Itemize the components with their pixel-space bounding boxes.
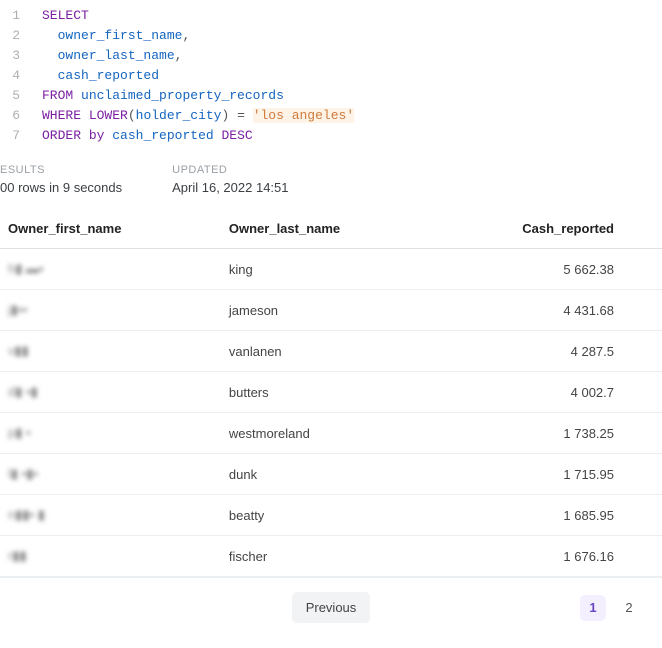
line-number: 4 xyxy=(0,66,34,86)
results-label: ESULTS xyxy=(0,164,122,176)
query-meta-bar: ESULTS 00 rows in 9 seconds UPDATED Apri… xyxy=(0,150,662,199)
cell-cash-reported: 1 738.25 xyxy=(438,413,622,454)
cell-cash-reported: 1 715.95 xyxy=(438,454,622,495)
cell-first-name: v▮▮ xyxy=(0,331,221,372)
table-header-row: Owner_first_name Owner_last_name Cash_re… xyxy=(0,209,662,249)
cell-cash-reported: 4 002.7 xyxy=(438,372,622,413)
table-row[interactable]: n▮▮▪ ▮beatty1 685.95 xyxy=(0,495,662,536)
cell-cash-reported: 1 676.16 xyxy=(438,536,622,577)
code-line[interactable]: 2 owner_first_name, xyxy=(0,26,662,46)
cell-first-name: r▮▮ xyxy=(0,536,221,577)
code-line[interactable]: 5FROM unclaimed_property_records xyxy=(0,86,662,106)
line-number: 5 xyxy=(0,86,34,106)
code-line[interactable]: 4 cash_reported xyxy=(0,66,662,86)
cell-first-name: d▮ ▪▮ xyxy=(0,372,221,413)
col-cash-reported[interactable]: Cash_reported xyxy=(438,209,622,249)
cell-last-name: vanlanen xyxy=(221,331,438,372)
results-table: Owner_first_name Owner_last_name Cash_re… xyxy=(0,209,662,577)
table-row[interactable]: d▮ ▪▮butters4 002.7 xyxy=(0,372,662,413)
code-content[interactable]: owner_first_name, xyxy=(34,26,190,46)
line-number: 7 xyxy=(0,126,34,146)
cell-last-name: king xyxy=(221,249,438,290)
code-content[interactable]: owner_last_name, xyxy=(34,46,182,66)
code-line[interactable]: 1SELECT xyxy=(0,6,662,26)
code-content[interactable]: WHERE LOWER(holder_city) = 'los angeles' xyxy=(34,106,354,126)
table-row[interactable]: v▮▮vanlanen4 287.5 xyxy=(0,331,662,372)
code-line[interactable]: 6WHERE LOWER(holder_city) = 'los angeles… xyxy=(0,106,662,126)
cell-last-name: butters xyxy=(221,372,438,413)
code-content[interactable]: SELECT xyxy=(34,6,89,26)
cell-spacer xyxy=(622,413,662,454)
table-row[interactable]: l▮ ▪▮▪dunk1 715.95 xyxy=(0,454,662,495)
results-table-wrap: Owner_first_name Owner_last_name Cash_re… xyxy=(0,209,662,577)
results-value: 00 rows in 9 seconds xyxy=(0,180,122,195)
line-number: 3 xyxy=(0,46,34,66)
table-row[interactable]: h▮ ▬▪king5 662.38 xyxy=(0,249,662,290)
cell-last-name: jameson xyxy=(221,290,438,331)
cell-spacer xyxy=(622,495,662,536)
cell-last-name: westmoreland xyxy=(221,413,438,454)
cell-cash-reported: 4 287.5 xyxy=(438,331,622,372)
cell-first-name: p▮ ▪ xyxy=(0,413,221,454)
page-1[interactable]: 1 xyxy=(580,595,606,621)
sql-editor[interactable]: 1SELECT2 owner_first_name,3 owner_last_n… xyxy=(0,0,662,150)
table-row[interactable]: p▮ ▪westmoreland1 738.25 xyxy=(0,413,662,454)
cell-cash-reported: 1 685.95 xyxy=(438,495,622,536)
pagination: Previous 12 xyxy=(0,577,662,637)
col-last-name[interactable]: Owner_last_name xyxy=(221,209,438,249)
col-spacer xyxy=(622,209,662,249)
table-row[interactable]: j▮▪▪jameson4 431.68 xyxy=(0,290,662,331)
col-first-name[interactable]: Owner_first_name xyxy=(0,209,221,249)
cell-spacer xyxy=(622,536,662,577)
cell-first-name: l▮ ▪▮▪ xyxy=(0,454,221,495)
cell-first-name: n▮▮▪ ▮ xyxy=(0,495,221,536)
code-content[interactable]: cash_reported xyxy=(34,66,159,86)
cell-spacer xyxy=(622,249,662,290)
page-2[interactable]: 2 xyxy=(616,595,642,621)
cell-spacer xyxy=(622,454,662,495)
updated-value: April 16, 2022 14:51 xyxy=(172,180,288,195)
code-content[interactable]: ORDER by cash_reported DESC xyxy=(34,126,253,146)
code-line[interactable]: 7ORDER by cash_reported DESC xyxy=(0,126,662,146)
table-row[interactable]: r▮▮fischer1 676.16 xyxy=(0,536,662,577)
cell-first-name: h▮ ▬▪ xyxy=(0,249,221,290)
updated-label: UPDATED xyxy=(172,164,288,176)
cell-first-name: j▮▪▪ xyxy=(0,290,221,331)
updated-meta: UPDATED April 16, 2022 14:51 xyxy=(172,164,288,195)
results-meta: ESULTS 00 rows in 9 seconds xyxy=(0,164,122,195)
cell-spacer xyxy=(622,290,662,331)
previous-button[interactable]: Previous xyxy=(292,592,371,623)
code-line[interactable]: 3 owner_last_name, xyxy=(0,46,662,66)
line-number: 1 xyxy=(0,6,34,26)
line-number: 6 xyxy=(0,106,34,126)
cell-spacer xyxy=(622,372,662,413)
cell-cash-reported: 5 662.38 xyxy=(438,249,622,290)
page-list: 12 xyxy=(580,595,642,621)
cell-spacer xyxy=(622,331,662,372)
cell-last-name: beatty xyxy=(221,495,438,536)
line-number: 2 xyxy=(0,26,34,46)
cell-cash-reported: 4 431.68 xyxy=(438,290,622,331)
cell-last-name: fischer xyxy=(221,536,438,577)
code-content[interactable]: FROM unclaimed_property_records xyxy=(34,86,284,106)
cell-last-name: dunk xyxy=(221,454,438,495)
